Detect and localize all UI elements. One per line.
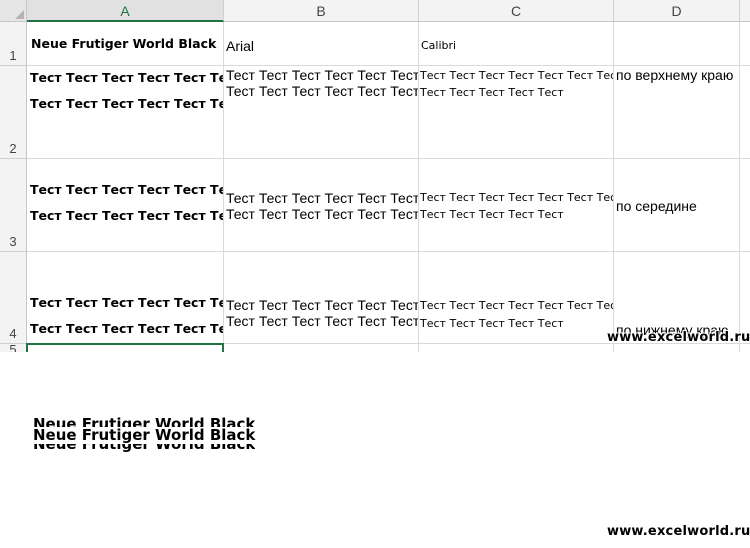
watermark-top: www.excelworld.ru — [607, 330, 750, 345]
cell-b5[interactable] — [224, 344, 419, 352]
cell-a1[interactable]: Neue Frutiger World Black — [27, 22, 224, 66]
cell-c4[interactable]: Тест Тест Тест Тест Тест Тест Тест Тест … — [419, 252, 614, 344]
column-header-b[interactable]: B — [224, 0, 419, 22]
cell-d2[interactable]: по верхнему краю — [614, 66, 740, 159]
cell-c1-text: Calibri — [421, 39, 457, 52]
cell-b4[interactable]: Тест Тест Тест Тест Тест Тест Тест Тест … — [224, 252, 419, 344]
cell-b3-line1: Тест Тест Тест Тест Тест Тест — [226, 190, 419, 206]
cell-c2[interactable]: Тест Тест Тест Тест Тест Тест Тест Тест … — [419, 66, 614, 159]
cell-a2-line1: Тест Тест Тест Тест Тест Тест — [30, 70, 224, 85]
cell-c1[interactable]: Calibri — [419, 22, 614, 66]
cell-c4-line2: Тест Тест Тест Тест Тест — [420, 317, 564, 330]
cell-b2-line1: Тест Тест Тест Тест Тест Тест — [226, 67, 419, 83]
cell-c4-line1: Тест Тест Тест Тест Тест Тест Тест — [420, 299, 614, 312]
cell-b3-line2: Тест Тест Тест Тест Тест Тест — [226, 206, 419, 222]
cell-a1-text: Neue Frutiger World Black — [31, 36, 217, 51]
font-sample-bottom-clipped: Neue Frutiger World Black — [33, 444, 255, 453]
cell-e1[interactable] — [740, 22, 750, 66]
cell-b4-line1: Тест Тест Тест Тест Тест Тест — [226, 297, 419, 313]
cell-d3[interactable]: по середине — [614, 159, 740, 252]
cell-c3-line1: Тест Тест Тест Тест Тест Тест Тест — [420, 191, 614, 204]
column-header-d[interactable]: D — [614, 0, 740, 22]
row-header-5[interactable]: 5 — [0, 343, 27, 352]
cell-b4-line2: Тест Тест Тест Тест Тест Тест — [226, 313, 419, 329]
cell-a3-line1: Тест Тест Тест Тест Тест Тест — [30, 182, 224, 197]
cell-b2-line2: Тест Тест Тест Тест Тест Тест — [226, 83, 419, 99]
cell-a4-line1: Тест Тест Тест Тест Тест Тест — [30, 295, 224, 310]
row-header-2[interactable]: 2 — [0, 66, 27, 159]
cell-a4[interactable]: Тест Тест Тест Тест Тест Тест Тест Тест … — [27, 252, 224, 344]
cell-b2[interactable]: Тест Тест Тест Тест Тест Тест Тест Тест … — [224, 66, 419, 159]
font-sample-middle: Neue Frutiger World Black — [33, 426, 256, 444]
cell-a2-line2: Тест Тест Тест Тест Тест Тест — [30, 96, 224, 111]
cell-e2[interactable] — [740, 66, 750, 159]
cell-d3-text: по середине — [616, 198, 697, 214]
row-header-1[interactable]: 1 — [0, 22, 27, 66]
row-header-3[interactable]: 3 — [0, 159, 27, 252]
cell-a3-line2: Тест Тест Тест Тест Тест Тест — [30, 208, 224, 223]
cell-e3[interactable] — [740, 159, 750, 252]
cell-a4-line2: Тест Тест Тест Тест Тест Тест — [30, 321, 224, 336]
cell-c2-line1: Тест Тест Тест Тест Тест Тест Тест — [420, 69, 614, 82]
cell-d5[interactable] — [614, 344, 740, 352]
cell-b1[interactable]: Arial — [224, 22, 419, 66]
select-all-button[interactable] — [0, 0, 27, 22]
watermark-bottom: www.excelworld.ru — [607, 524, 750, 539]
column-header-c[interactable]: C — [419, 0, 614, 22]
cell-c3-line2: Тест Тест Тест Тест Тест — [420, 208, 564, 221]
column-header-e[interactable] — [740, 0, 750, 22]
cell-c2-line2: Тест Тест Тест Тест Тест — [420, 86, 564, 99]
cell-c3[interactable]: Тест Тест Тест Тест Тест Тест Тест Тест … — [419, 159, 614, 252]
cell-d2-text: по верхнему краю — [616, 67, 734, 83]
spreadsheet-grid: A B C D 1 2 3 4 5 Neue Frutiger World Bl… — [0, 0, 750, 352]
font-sample-bottom-text: Neue Frutiger World Black — [33, 444, 256, 453]
cell-c5[interactable] — [419, 344, 614, 352]
cell-a2[interactable]: Тест Тест Тест Тест Тест Тест Тест Тест … — [27, 66, 224, 159]
cell-b3[interactable]: Тест Тест Тест Тест Тест Тест Тест Тест … — [224, 159, 419, 252]
active-cell-border — [26, 343, 224, 352]
column-header-a[interactable]: A — [27, 0, 224, 22]
select-all-triangle-icon — [15, 10, 24, 19]
cell-d1[interactable] — [614, 22, 740, 66]
cell-b1-text: Arial — [226, 38, 255, 54]
cell-a3[interactable]: Тест Тест Тест Тест Тест Тест Тест Тест … — [27, 159, 224, 252]
row-header-4[interactable]: 4 — [0, 252, 27, 344]
